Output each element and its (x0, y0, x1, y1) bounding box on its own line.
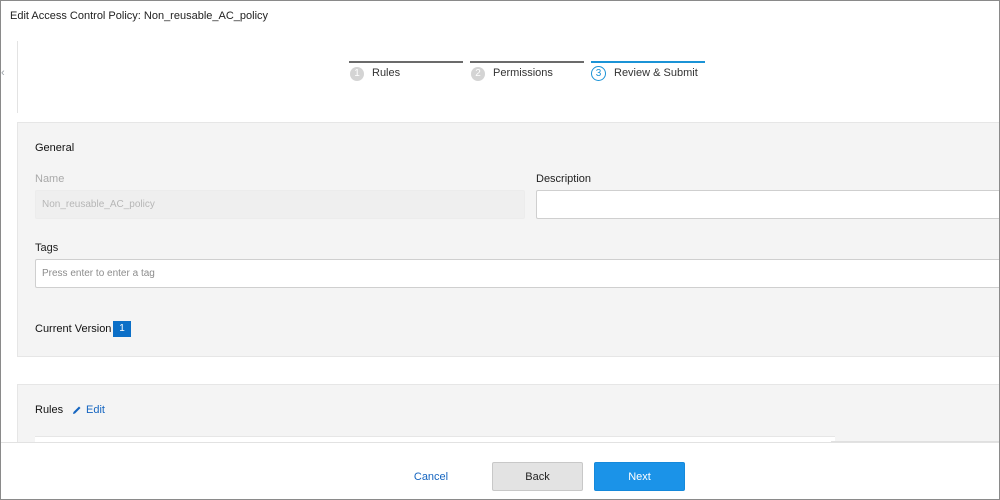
description-label: Description (536, 173, 592, 185)
general-title: General (35, 142, 75, 154)
wizard-step-review-submit[interactable]: 3 Review & Submit (591, 61, 705, 89)
chevron-left-icon[interactable]: ‹ (1, 67, 7, 79)
current-version-label: Current Version (35, 323, 112, 335)
tags-placeholder: Press enter to enter a tag (42, 268, 155, 279)
wizard-stepper: 1 Rules 2 Permissions 3 Review & Submit (17, 41, 999, 113)
current-version-badge: 1 (113, 321, 131, 337)
step-bar (470, 61, 584, 63)
edit-policy-modal: Edit Access Control Policy: Non_reusable… (0, 0, 1000, 500)
step-bar (349, 61, 463, 63)
name-label: Name (35, 173, 65, 185)
general-section: General Name Non_reusable_AC_policy Desc… (17, 122, 999, 357)
edit-label: Edit (86, 404, 105, 416)
tags-input[interactable]: Press enter to enter a tag (35, 259, 999, 288)
pencil-icon (73, 406, 81, 414)
step-bar (591, 61, 705, 63)
next-button[interactable]: Next (594, 462, 685, 491)
name-field: Non_reusable_AC_policy (35, 190, 525, 219)
modal-title: Edit Access Control Policy: Non_reusable… (10, 10, 269, 22)
step-label: Rules (372, 67, 401, 79)
back-button[interactable]: Back (492, 462, 583, 491)
description-field[interactable] (536, 190, 999, 219)
edit-rules-link[interactable]: Edit (72, 404, 105, 416)
rules-title: Rules (35, 404, 64, 416)
name-value: Non_reusable_AC_policy (42, 199, 155, 210)
step-label: Review & Submit (614, 67, 698, 79)
step-number: 2 (471, 67, 485, 81)
tags-label: Tags (35, 242, 59, 254)
wizard-step-rules[interactable]: 1 Rules (349, 61, 463, 89)
step-number: 3 (591, 66, 606, 81)
step-number: 1 (350, 67, 364, 81)
modal-footer: Cancel Back Next (1, 442, 999, 499)
wizard-step-permissions[interactable]: 2 Permissions (470, 61, 584, 89)
cancel-button[interactable]: Cancel (406, 462, 456, 491)
step-label: Permissions (493, 67, 553, 79)
